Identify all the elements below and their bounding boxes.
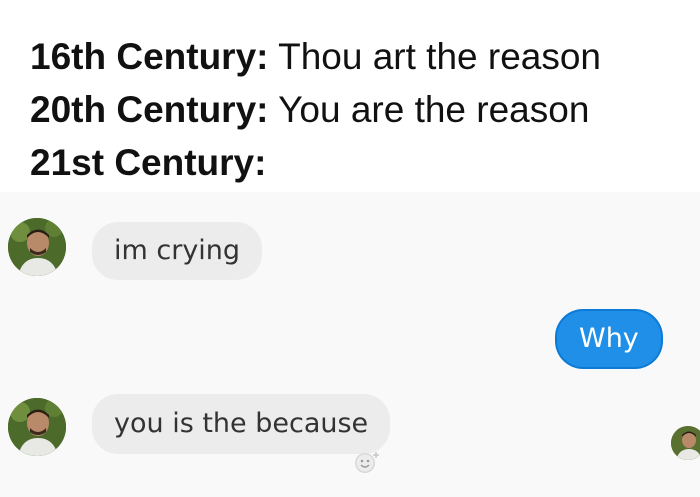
message-bubble-incoming[interactable]: you is the because bbox=[92, 394, 391, 454]
caption-line-21st: 21st Century: bbox=[30, 136, 601, 189]
caption-line-16th: 16th Century: Thou art the reason bbox=[30, 30, 601, 83]
caption-line-20th: 20th Century: You are the reason bbox=[30, 83, 601, 136]
caption-text: Thou art the reason bbox=[268, 36, 602, 77]
sender-avatar[interactable] bbox=[8, 398, 66, 456]
caption-era: 21st Century: bbox=[30, 142, 267, 183]
sender-avatar[interactable] bbox=[8, 218, 66, 276]
person-avatar-icon bbox=[8, 218, 66, 276]
meme-caption: 16th Century: Thou art the reason 20th C… bbox=[30, 30, 601, 189]
emoji-react-icon[interactable] bbox=[353, 448, 381, 476]
read-receipt-avatar bbox=[671, 426, 700, 460]
meme-page: 16th Century: Thou art the reason 20th C… bbox=[0, 0, 700, 497]
message-bubble-outgoing[interactable]: Why bbox=[557, 311, 661, 367]
caption-era: 20th Century: bbox=[30, 89, 269, 130]
caption-text: You are the reason bbox=[268, 89, 590, 130]
caption-era: 16th Century: bbox=[30, 36, 269, 77]
person-avatar-icon bbox=[671, 426, 700, 460]
person-avatar-icon bbox=[8, 398, 66, 456]
message-bubble-incoming[interactable]: im crying bbox=[92, 222, 263, 280]
